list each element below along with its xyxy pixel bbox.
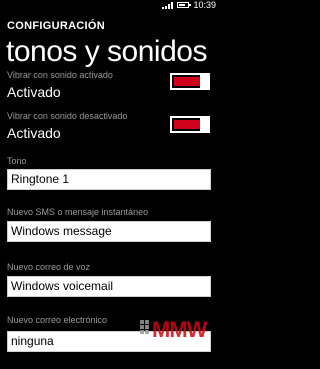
vibrate-with-sound-toggle[interactable] (170, 73, 210, 90)
watermark: MMW mimovilwindows.com (140, 318, 219, 360)
vibrate-without-sound-toggle[interactable] (170, 116, 210, 133)
new-sms-label: Nuevo SMS o mensaje instantáneo (7, 207, 149, 217)
toggle-knob (200, 116, 210, 133)
new-email-label: Nuevo correo electrónico (7, 315, 108, 325)
toggle-fill (174, 120, 200, 129)
ringtone-picker[interactable]: Ringtone 1 (7, 169, 211, 190)
vibrate-without-sound-label: Vibrar con sonido desactivado (7, 111, 128, 121)
toggle-fill (174, 77, 200, 86)
new-voicemail-label: Nuevo correo de voz (7, 262, 91, 272)
watermark-url: mimovilwindows.com (144, 344, 210, 351)
vibrate-with-sound-status: Activado (7, 84, 61, 100)
ringtone-label: Tono (7, 156, 27, 166)
watermark-logo-icon (140, 318, 150, 344)
status-bar: 10:39 (0, 0, 219, 10)
signal-icon (162, 1, 174, 9)
toggle-knob (200, 73, 210, 90)
new-sms-picker[interactable]: Windows message (7, 221, 211, 242)
vibrate-without-sound-status: Activado (7, 125, 61, 141)
battery-icon (177, 2, 191, 8)
status-time: 10:39 (193, 0, 216, 10)
vibrate-with-sound-label: Vibrar con sonido activado (7, 70, 113, 80)
page-title: tonos y sonidos (6, 35, 207, 68)
status-icons (162, 1, 191, 9)
app-title: CONFIGURACIÓN (7, 20, 106, 32)
new-voicemail-picker[interactable]: Windows voicemail (7, 276, 211, 297)
watermark-brand: MMW (152, 317, 207, 342)
